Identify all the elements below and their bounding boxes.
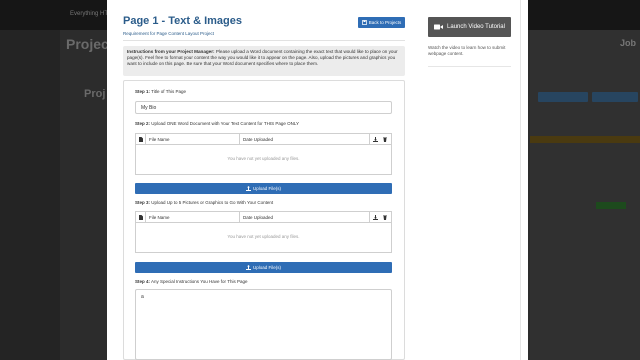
empty-files-message: You have not yet uploaded any files. xyxy=(227,156,300,161)
column-date-uploaded: Date Uploaded xyxy=(243,137,274,142)
special-instructions-textarea[interactable]: a xyxy=(135,289,392,360)
step-2-number: Step 2: xyxy=(135,121,151,126)
upload-images-label: Upload File(s) xyxy=(252,265,281,270)
column-file-name: File Name xyxy=(149,215,170,220)
file-icon xyxy=(139,134,143,145)
step-4-number: Step 4: xyxy=(135,279,151,284)
document-files-table: File Name Date Uploaded You have not yet… xyxy=(135,133,392,175)
image-files-table: File Name Date Uploaded You have not yet… xyxy=(135,211,392,253)
table-header: File Name Date Uploaded xyxy=(136,212,391,223)
back-to-projects-label: Back to Projects xyxy=(368,20,402,25)
column-date-uploaded: Date Uploaded xyxy=(243,215,274,220)
step-3-text: Upload Up to 5 Pictures or Graphics to G… xyxy=(150,200,274,205)
trash-icon[interactable] xyxy=(383,212,387,223)
video-tutorial-hint: Watch the video to learn how to submit w… xyxy=(428,45,506,56)
download-icon[interactable] xyxy=(373,212,378,223)
launch-video-tutorial-button[interactable]: Launch Video Tutorial xyxy=(428,17,511,37)
step-3-number: Step 3: xyxy=(135,200,151,205)
project-manager-instructions: Instructions from your Project Manager: … xyxy=(123,46,405,76)
step-1-label: Step 1: Title of This Page xyxy=(135,89,186,94)
step-3-label: Step 3: Upload Up to 5 Pictures or Graph… xyxy=(135,200,273,205)
step-4-label: Step 4: Any Special Instructions You Hav… xyxy=(135,279,248,284)
upload-document-label: Upload File(s) xyxy=(252,186,281,191)
table-header: File Name Date Uploaded xyxy=(136,134,391,145)
back-to-projects-button[interactable]: Back to Projects xyxy=(358,17,405,28)
column-file-name: File Name xyxy=(149,137,170,142)
launch-video-tutorial-label: Launch Video Tutorial xyxy=(447,24,505,30)
upload-icon xyxy=(245,265,251,270)
upload-images-button[interactable]: Upload File(s) xyxy=(135,262,392,273)
trash-icon[interactable] xyxy=(383,134,387,145)
background-sidebar xyxy=(0,30,60,360)
step-2-text: Upload ONE Word Document with Your Text … xyxy=(150,121,300,126)
save-icon xyxy=(361,20,367,25)
step-1-text: Title of This Page xyxy=(150,89,186,94)
tutorial-sidebar xyxy=(520,0,635,360)
file-icon xyxy=(139,212,143,223)
modal-subtitle: Requirement for Page Content Layout Proj… xyxy=(123,31,215,36)
download-icon[interactable] xyxy=(373,134,378,145)
upload-icon xyxy=(245,186,251,191)
empty-files-message: You have not yet uploaded any files. xyxy=(227,234,300,239)
instructions-heading: Instructions from your Project Manager: xyxy=(127,49,215,54)
video-camera-icon xyxy=(434,24,444,30)
step-1-number: Step 1: xyxy=(135,89,151,94)
page-title-input[interactable]: My Bio xyxy=(135,101,392,114)
upload-document-button[interactable]: Upload File(s) xyxy=(135,183,392,194)
step-2-label: Step 2: Upload ONE Word Document with Yo… xyxy=(135,121,299,126)
background-subtitle: Proj xyxy=(84,88,106,100)
sidebar-divider xyxy=(428,66,511,67)
step-4-text: Any Special Instructions You Have for Th… xyxy=(150,279,248,284)
header-divider xyxy=(123,40,405,41)
modal-title: Page 1 - Text & Images xyxy=(123,15,243,27)
